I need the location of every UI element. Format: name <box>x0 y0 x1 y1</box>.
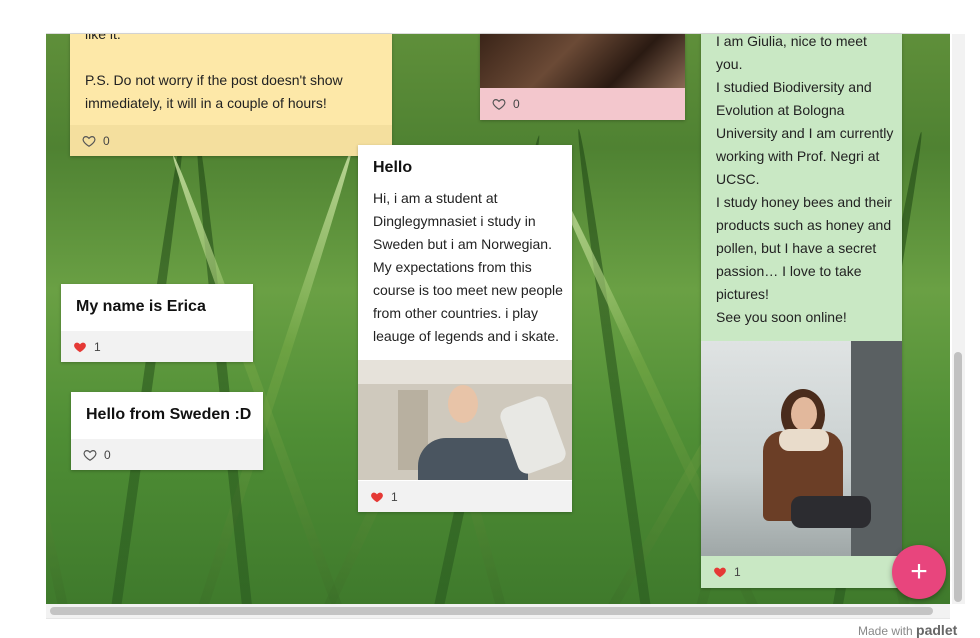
post-body-line: I studied Biodiversity and <box>716 79 872 95</box>
post-card-instructions[interactable]: like it. P.S. Do not worry if the post d… <box>70 34 392 156</box>
like-bar: 0 <box>70 125 392 156</box>
post-body-line: pictures! <box>716 286 769 302</box>
post-body-line: immediately, it will in a couple of hour… <box>85 95 327 111</box>
post-photo-image <box>701 341 902 556</box>
grass-decoration <box>106 128 189 604</box>
post-body-line: Evolution at Bologna <box>716 102 845 118</box>
post-body-line: like it. <box>85 34 121 42</box>
post-body-line: I am Giulia, nice to meet <box>716 34 867 49</box>
grass-decoration <box>46 134 76 604</box>
post-card-giulia[interactable]: I am Giulia, nice to meet you. I studied… <box>701 34 902 588</box>
post-body-line: Dinglegymnasiet i study in <box>373 213 536 229</box>
post-body-line: UCSC. <box>716 171 760 187</box>
post-body-line: I study honey bees and their <box>716 194 892 210</box>
post-body-line: pollen, but I have a secret <box>716 240 877 256</box>
post-body-line <box>85 46 385 69</box>
like-count: 0 <box>104 447 111 462</box>
post-body-line: See you soon online! <box>716 309 847 325</box>
post-photo-image <box>480 34 685 88</box>
post-body-line: working with Prof. Negri at <box>716 148 880 164</box>
post-title: My name is Erica <box>76 298 206 315</box>
post-title: Hello from Sweden :D <box>86 406 252 423</box>
top-bar <box>0 0 980 34</box>
padlet-brand: padlet <box>916 622 958 638</box>
post-title: Hello <box>373 159 413 176</box>
heart-outline-icon[interactable] <box>492 97 506 111</box>
heart-outline-icon[interactable] <box>82 134 96 148</box>
like-count: 1 <box>94 339 101 354</box>
heart-outline-icon[interactable] <box>83 448 97 462</box>
post-body-line: Sweden but i am Norwegian. <box>373 236 552 252</box>
add-post-button[interactable]: + <box>892 545 946 599</box>
like-count: 1 <box>391 489 398 504</box>
post-body-line: leauge of legends and i skate. <box>373 328 560 344</box>
post-body-line: you. <box>716 56 743 72</box>
post-card-erica[interactable]: My name is Erica 1 <box>61 284 253 362</box>
post-body-line: P.S. Do not worry if the post doesn't sh… <box>85 72 343 88</box>
like-bar: 1 <box>701 556 902 588</box>
made-with-label: Made with <box>858 624 913 638</box>
footer-strip <box>46 618 950 635</box>
post-body-line: My expectations from this <box>373 259 532 275</box>
like-bar: 1 <box>358 481 572 512</box>
heart-filled-icon[interactable] <box>370 490 384 504</box>
like-count: 1 <box>734 565 741 579</box>
like-count: 0 <box>513 97 520 111</box>
post-card-hello[interactable]: Hello Hi, i am a student at Dinglegymnas… <box>358 145 572 512</box>
grass-decoration <box>186 147 357 604</box>
post-card-sweden[interactable]: Hello from Sweden :D 0 <box>71 392 263 470</box>
heart-filled-icon[interactable] <box>713 565 727 579</box>
like-bar: 1 <box>61 331 253 362</box>
like-bar: 0 <box>480 88 685 120</box>
like-count: 0 <box>103 133 110 148</box>
post-body-line: Hi, i am a student at <box>373 190 498 206</box>
made-with-padlet-link[interactable]: Made with padlet <box>858 622 957 638</box>
post-body-line: course is too meet new people <box>373 282 563 298</box>
heart-filled-icon[interactable] <box>73 340 87 354</box>
like-bar: 0 <box>71 439 263 470</box>
post-body-line: from other countries. i play <box>373 305 538 321</box>
vertical-scrollbar-thumb[interactable] <box>954 352 962 602</box>
post-body-line: passion… I love to take <box>716 263 862 279</box>
plus-icon: + <box>910 555 928 588</box>
post-body-line: University and I am currently <box>716 125 894 141</box>
post-body-line: products such as honey and <box>716 217 892 233</box>
horizontal-scrollbar-thumb[interactable] <box>50 607 933 615</box>
post-photo-image <box>358 360 572 480</box>
post-card-photo[interactable]: 0 <box>480 34 685 120</box>
